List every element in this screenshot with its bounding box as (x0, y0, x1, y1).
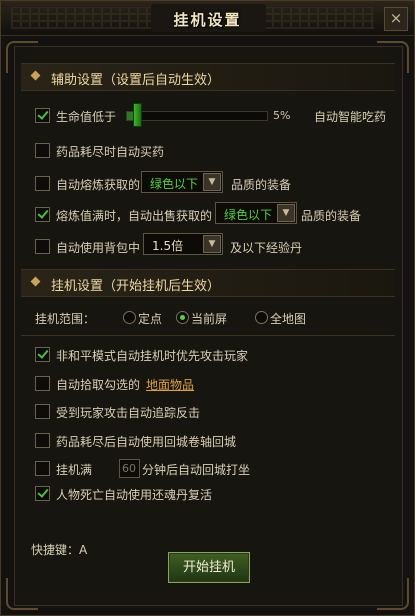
revive-checkbox[interactable] (35, 486, 50, 501)
hotkey-label: 快捷键：A (31, 543, 88, 557)
return-scroll-checkbox[interactable] (35, 433, 50, 448)
smelt-quality-value: 绿色以下 (150, 177, 199, 191)
counterattack-label: 受到玩家攻击自动追踪反击 (56, 406, 201, 420)
title-bar[interactable]: 挂机设置 × (1, 1, 414, 36)
chevron-down-icon[interactable]: ▼ (277, 204, 295, 222)
hp-threshold-checkbox[interactable] (35, 108, 50, 123)
auto-exp-pill-label: 自动使用背包中 (56, 241, 141, 255)
auto-sell-label: 熔炼值满时，自动出售获取的 (56, 209, 213, 223)
hp-slider-track[interactable] (126, 111, 268, 121)
exp-pill-select[interactable]: 1.5倍 ▼ (143, 233, 223, 255)
afk-section-title: 挂机设置（开始挂机后生效） (51, 279, 221, 294)
auto-smelt-suffix: 品质的装备 (231, 178, 292, 192)
sell-quality-select[interactable]: 绿色以下 ▼ (215, 202, 297, 224)
counterattack-checkbox[interactable] (35, 404, 50, 419)
auto-smelt-label: 自动熔炼获取的 (56, 178, 141, 192)
afk-timer-prefix: 挂机满 (56, 463, 93, 477)
auto-exp-pill-checkbox[interactable] (35, 239, 50, 254)
range-radio-screen[interactable] (176, 311, 189, 324)
hp-threshold-label: 生命值低于 (56, 110, 117, 124)
auto-buy-potion-label: 药品耗尽时自动买药 (56, 145, 165, 159)
attack-players-label: 非和平模式自动挂机时优先攻击玩家 (56, 349, 249, 363)
close-icon[interactable]: × (384, 7, 408, 31)
afk-timer-checkbox[interactable] (35, 461, 50, 476)
auto-smelt-checkbox[interactable] (35, 176, 50, 191)
auto-pickup-checkbox[interactable] (35, 376, 50, 391)
start-afk-button[interactable]: 开始挂机 (168, 552, 250, 583)
return-scroll-label: 药品耗尽后自动使用回城卷轴回城 (56, 435, 237, 449)
auto-buy-potion-checkbox[interactable] (35, 143, 50, 158)
auto-pickup-label: 自动拾取勾选的 (56, 378, 141, 392)
assist-section-header: 辅助设置（设置后自动生效） (21, 63, 395, 91)
range-option-fixed: 定点 (138, 312, 163, 326)
hp-slider-handle[interactable] (133, 103, 142, 127)
smelt-quality-select[interactable]: 绿色以下 ▼ (141, 171, 223, 193)
afk-timer-suffix: 分钟后自动回城打坐 (142, 463, 251, 477)
diamond-icon (30, 276, 41, 287)
range-label: 挂机范围： (35, 312, 96, 326)
range-option-screen: 当前屏 (191, 312, 228, 326)
hp-value-label: 5% (273, 109, 291, 122)
assist-section-title: 辅助设置（设置后自动生效） (51, 73, 221, 88)
afk-minutes-input[interactable]: 60 (119, 459, 140, 478)
attack-players-checkbox[interactable] (35, 347, 50, 362)
sell-quality-value: 绿色以下 (224, 208, 273, 222)
diamond-icon (30, 70, 41, 81)
chevron-down-icon[interactable]: ▼ (203, 235, 221, 253)
range-option-map: 全地图 (270, 312, 307, 326)
chevron-down-icon[interactable]: ▼ (203, 173, 221, 191)
afk-settings-window: 挂机设置 × 辅助设置（设置后自动生效） 生命值低于 5% 自动智能吃药 药品耗… (0, 0, 415, 616)
window-title: 挂机设置 (173, 11, 242, 29)
auto-sell-checkbox[interactable] (35, 207, 50, 222)
afk-section-header: 挂机设置（开始挂机后生效） (21, 269, 395, 297)
ground-items-link[interactable]: 地面物品 (146, 376, 194, 393)
revive-label: 人物死亡自动使用还魂丹复活 (56, 488, 213, 502)
range-radio-map[interactable] (255, 311, 268, 324)
auto-drink-label: 自动智能吃药 (314, 110, 387, 124)
auto-exp-pill-suffix: 及以下经验丹 (230, 241, 303, 255)
exp-pill-value: 1.5倍 (152, 239, 184, 253)
range-radio-fixed[interactable] (123, 311, 136, 324)
auto-sell-suffix: 品质的装备 (301, 209, 362, 223)
divider (21, 335, 395, 336)
